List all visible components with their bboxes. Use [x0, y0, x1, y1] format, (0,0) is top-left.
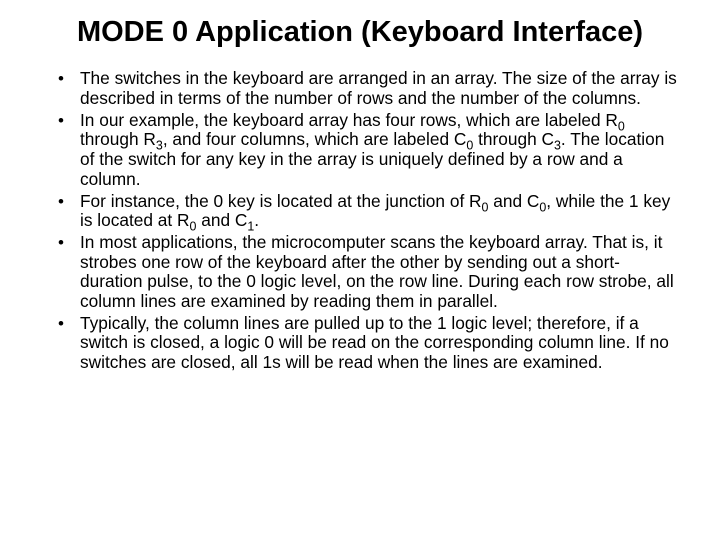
list-item: Typically, the column lines are pulled u…: [80, 314, 678, 373]
bullet-text: .: [254, 210, 259, 230]
bullet-text: The switches in the keyboard are arrange…: [80, 68, 677, 108]
bullet-text: In most applications, the microcomputer …: [80, 232, 674, 311]
bullet-text: In our example, the keyboard array has f…: [80, 110, 618, 130]
slide-title: MODE 0 Application (Keyboard Interface): [72, 16, 648, 49]
bullet-text: , and four columns, which are labeled C: [163, 129, 467, 149]
bullet-text: and C: [488, 191, 539, 211]
list-item: For instance, the 0 key is located at th…: [80, 192, 678, 231]
slide: MODE 0 Application (Keyboard Interface) …: [0, 0, 720, 540]
bullet-text: Typically, the column lines are pulled u…: [80, 313, 669, 372]
bullet-list: The switches in the keyboard are arrange…: [42, 69, 678, 373]
bullet-text: through R: [80, 129, 156, 149]
bullet-text: and C: [196, 210, 247, 230]
bullet-text: through C: [473, 129, 554, 149]
list-item: In our example, the keyboard array has f…: [80, 111, 678, 190]
list-item: The switches in the keyboard are arrange…: [80, 69, 678, 108]
list-item: In most applications, the microcomputer …: [80, 233, 678, 312]
bullet-text: For instance, the 0 key is located at th…: [80, 191, 482, 211]
